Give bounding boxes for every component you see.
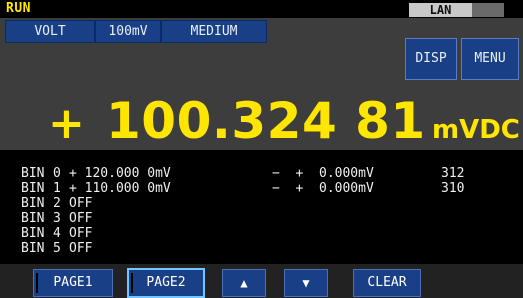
bin-row: BIN 5 OFF (0, 241, 523, 257)
bin-value: + 120.000 0mV (69, 166, 171, 181)
lan-indicator: LAN (409, 3, 472, 17)
bin-label: BIN (21, 241, 45, 256)
reading-sign: + (48, 98, 85, 149)
bin-label: BIN (21, 181, 45, 196)
page1-label: PAGE1 (53, 275, 93, 290)
range-tab[interactable]: 100mV (95, 20, 161, 43)
bin-row: BIN 4 OFF (0, 226, 523, 242)
bin-value: OFF (69, 226, 93, 241)
bin-num: 2 (53, 196, 61, 211)
bin-limit: 0.000mV (319, 166, 374, 181)
up-button[interactable]: ▲ (222, 269, 266, 297)
bin-row: BIN 3 OFF (0, 211, 523, 227)
bin-num: 1 (53, 181, 61, 196)
page2-marker (131, 273, 133, 293)
clear-button[interactable]: CLEAR (353, 269, 421, 297)
run-status: RUN (6, 1, 31, 16)
down-arrow-icon: ▼ (302, 276, 310, 290)
bin-row: BIN 1 + 110.000 0mV − + 0.000mV 310 (0, 181, 523, 197)
bin-value: OFF (69, 211, 93, 226)
function-tab[interactable]: VOLT (5, 20, 95, 43)
up-arrow-icon: ▲ (240, 276, 248, 290)
menu-button[interactable]: MENU (461, 38, 519, 80)
bin-label: BIN (21, 166, 45, 181)
page2-label: PAGE2 (146, 275, 186, 290)
bin-limit: 0.000mV (319, 181, 374, 196)
bin-label: BIN (21, 211, 45, 226)
bin-row: BIN 2 OFF (0, 196, 523, 212)
lan-indicator-tail (472, 3, 504, 17)
bin-sign: − + (272, 181, 304, 196)
bin-count: 312 (441, 166, 465, 181)
page1-button[interactable]: PAGE1 (33, 269, 113, 297)
bin-num: 0 (53, 166, 61, 181)
bin-label: BIN (21, 196, 45, 211)
page1-marker (36, 273, 38, 293)
page2-button[interactable]: PAGE2 (127, 268, 205, 298)
reading-value: 100.324 81 (106, 92, 426, 150)
bin-num: 5 (53, 241, 61, 256)
down-button[interactable]: ▼ (284, 269, 328, 297)
bin-row: BIN 0 + 120.000 0mV − + 0.000mV 312 (0, 166, 523, 182)
reading-unit: mVDC (432, 115, 520, 145)
disp-button[interactable]: DISP (405, 38, 457, 80)
speed-tab[interactable]: MEDIUM (161, 20, 267, 43)
bin-value: + 110.000 0mV (69, 181, 171, 196)
bin-sign: − + (272, 166, 304, 181)
bin-value: OFF (69, 196, 93, 211)
bin-label: BIN (21, 226, 45, 241)
bin-num: 3 (53, 211, 61, 226)
bin-value: OFF (69, 241, 93, 256)
bin-num: 4 (53, 226, 61, 241)
bin-count: 310 (441, 181, 465, 196)
